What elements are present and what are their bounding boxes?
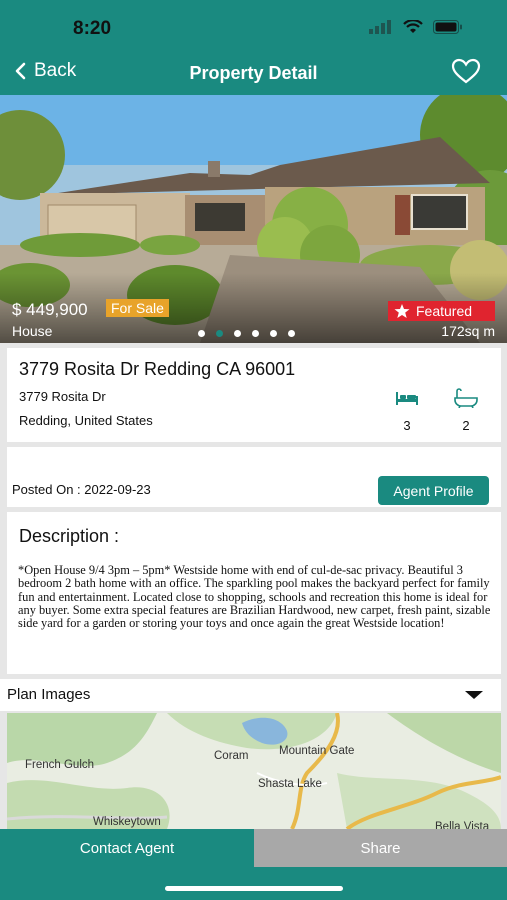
carousel-dot[interactable]	[270, 330, 277, 337]
posted-date: Posted On : 2022-09-23	[12, 482, 151, 497]
carousel-dot[interactable]	[252, 330, 259, 337]
carousel-dot-active[interactable]	[216, 330, 223, 337]
location-map[interactable]: French Gulch Coram Mountain Gate Shasta …	[7, 713, 501, 829]
map-place-label: Shasta Lake	[258, 778, 322, 790]
map-place-label: Whiskeytown	[93, 816, 161, 828]
favorite-button[interactable]	[451, 58, 481, 89]
property-type: House	[12, 323, 53, 339]
map-place-label: Bella Vista	[435, 821, 490, 829]
address-city: Redding, United States	[19, 413, 153, 428]
description-heading: Description :	[19, 526, 120, 546]
plan-images-label: Plan Images	[7, 686, 91, 703]
caret-down-icon	[465, 691, 483, 699]
bed-icon	[396, 392, 418, 405]
map-place-label: Mountain Gate	[279, 745, 355, 757]
top-bar: 8:20 Back Property Detail	[0, 0, 507, 95]
cellular-signal-icon	[369, 20, 391, 34]
bathtub-icon	[454, 388, 478, 408]
agent-profile-button[interactable]: Agent Profile	[378, 476, 489, 505]
bottom-action-bar: Contact Agent Share	[0, 829, 507, 900]
carousel-dot[interactable]	[288, 330, 295, 337]
status-icons	[369, 20, 463, 34]
contact-agent-button[interactable]: Contact Agent	[0, 829, 254, 867]
page-title: Property Detail	[189, 63, 318, 83]
address-title: 3779 Rosita Dr Redding CA 96001	[19, 359, 296, 379]
carousel-dots	[198, 330, 295, 337]
star-icon	[394, 304, 410, 318]
address-card: 3779 Rosita Dr Redding CA 96001 3779 Ros…	[7, 348, 501, 442]
plan-images-toggle[interactable]: Plan Images	[0, 679, 501, 711]
wifi-icon	[403, 20, 423, 33]
property-price: $ 449,900	[12, 300, 88, 319]
bathroom-count: 2	[462, 418, 470, 433]
address-street: 3779 Rosita Dr	[19, 389, 106, 404]
home-indicator[interactable]	[165, 886, 343, 891]
share-button[interactable]: Share	[254, 829, 507, 867]
property-area: 172sq m	[441, 323, 495, 339]
carousel-dot[interactable]	[234, 330, 241, 337]
description-card: Description : *Open House 9/4 3pm – 5pm*…	[7, 512, 501, 674]
bedroom-count: 3	[403, 418, 411, 433]
carousel-dot[interactable]	[198, 330, 205, 337]
description-text: *Open House 9/4 3pm – 5pm* Westside home…	[18, 563, 491, 631]
heart-icon	[451, 58, 481, 84]
featured-label: Featured	[416, 303, 473, 319]
property-photo-carousel[interactable]: $ 449,900 For Sale House Featured 172sq …	[0, 95, 507, 343]
map-place-label: French Gulch	[25, 759, 95, 771]
posting-card: Posted On : 2022-09-23 Agent Profile	[7, 447, 501, 507]
featured-badge: Featured	[388, 301, 495, 321]
status-time: 8:20	[73, 18, 112, 39]
battery-icon	[433, 20, 462, 34]
map-terrain	[7, 713, 501, 829]
status-badge: For Sale	[106, 299, 169, 317]
map-place-label: Coram	[214, 750, 249, 762]
